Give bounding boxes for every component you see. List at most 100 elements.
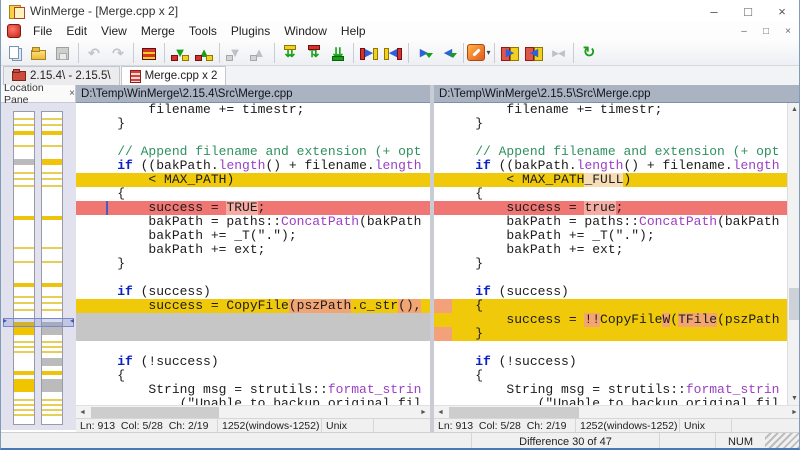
copy-right-icon: ▶ (360, 45, 378, 61)
previous-difference-button[interactable]: ▲ (192, 41, 216, 65)
code-line: bakPath += ext; (76, 243, 430, 257)
diff-stripe (14, 351, 34, 353)
scroll-right-arrow-icon[interactable]: ► (417, 409, 430, 416)
code-line (76, 341, 430, 355)
location-viewport-marker[interactable] (3, 318, 74, 327)
current-difference-button[interactable]: ⇅ (302, 41, 326, 65)
menu-plugins[interactable]: Plugins (224, 23, 277, 39)
code-line: } (76, 117, 430, 131)
encoding: 1252(windows-1252) (576, 419, 680, 432)
next-conflict-icon: ▼ (226, 45, 244, 61)
mdi-restore-button[interactable]: □ (755, 26, 777, 37)
code-segment: // Append filename and extension (+ opt (475, 145, 779, 159)
code-segment: TFile (678, 313, 717, 327)
options-button[interactable]: ▾ (467, 41, 491, 65)
open-button[interactable] (27, 41, 51, 65)
num-lock-indicator: NUM (715, 433, 765, 450)
close-button[interactable]: × (765, 0, 799, 22)
vscroll-thumb[interactable] (789, 288, 800, 320)
scroll-down-arrow-icon[interactable]: ▼ (788, 392, 800, 405)
word-diff-chip (434, 327, 452, 341)
scroll-left-arrow-icon[interactable]: ◄ (434, 409, 447, 416)
menu-help[interactable]: Help (334, 23, 373, 39)
redo-button: ↷ (106, 41, 130, 65)
menu-merge[interactable]: Merge (134, 23, 182, 39)
menu-view[interactable]: View (94, 23, 134, 39)
code-segment: { (86, 369, 125, 383)
code-segment: if (117, 355, 133, 369)
copy-all-left-icon: ◀ (525, 45, 543, 61)
menu-tools[interactable]: Tools (182, 23, 224, 39)
menu-file[interactable]: File (26, 23, 59, 39)
code-line (434, 341, 800, 355)
menu-edit[interactable]: Edit (59, 23, 94, 39)
hscroll-thumb[interactable] (91, 407, 219, 418)
select-diff-button[interactable] (137, 41, 161, 65)
code-line: if (success) (434, 285, 800, 299)
code-segment: { (444, 369, 483, 383)
location-column-right (41, 111, 63, 425)
scroll-up-arrow-icon[interactable]: ▲ (788, 103, 800, 116)
code-line (76, 313, 430, 327)
swap-panes-icon: ▶◀ (549, 45, 567, 61)
toolbar-separator (219, 43, 220, 63)
code-segment: ("Unable to backup original fil (444, 397, 779, 405)
eol-style: Unix (322, 419, 374, 432)
copy-all-left-button[interactable]: ◀ (522, 41, 546, 65)
scroll-left-arrow-icon[interactable]: ◄ (76, 409, 89, 416)
swap-panes-button: ▶◀ (546, 41, 570, 65)
code-segment: CopyFile (600, 313, 662, 327)
copy-all-right-button[interactable]: ▶ (498, 41, 522, 65)
code-line: if (!success) (434, 355, 800, 369)
code-area-right[interactable]: filename += timestr; } // Append filenam… (434, 103, 800, 405)
code-segment: success = (444, 201, 584, 215)
diff-stripe (14, 379, 34, 392)
text-caret (106, 201, 108, 215)
mdi-close-button[interactable]: × (777, 26, 799, 37)
hscroll-thumb[interactable] (449, 407, 579, 418)
tab-label: Merge.cpp x 2 (145, 70, 218, 82)
tab-1[interactable]: Merge.cpp x 2 (121, 66, 227, 85)
dropdown-caret-icon[interactable]: ▾ (486, 48, 490, 57)
code-segment: ; (616, 201, 624, 215)
vertical-scrollbar[interactable]: ▲▼ (787, 103, 800, 405)
horizontal-scrollbar-right[interactable]: ◄ ► (434, 405, 800, 418)
copy-right-button[interactable]: ▶ (357, 41, 381, 65)
next-difference-button[interactable]: ▼ (168, 41, 192, 65)
copy-left-button[interactable]: ◀ (381, 41, 405, 65)
first-difference-button[interactable]: ⇊ (278, 41, 302, 65)
diff-stripe (42, 404, 62, 406)
location-pane-body[interactable] (1, 103, 76, 430)
diff-stripe (42, 118, 62, 120)
toolbar-separator (408, 43, 409, 63)
copy-left-advance-button[interactable]: ◀ (436, 41, 460, 65)
diff-stripe (42, 414, 62, 416)
diff-stripe (14, 341, 34, 343)
code-line: < MAX_PATH_FULL) (434, 173, 800, 187)
file-header-left[interactable]: D:\Temp\WinMerge\2.15.4\Src\Merge.cpp (76, 85, 430, 103)
minimize-button[interactable]: – (697, 0, 731, 22)
scroll-right-arrow-icon[interactable]: ► (788, 409, 800, 416)
last-difference-button[interactable]: ⇊ (326, 41, 350, 65)
copy-right-advance-button[interactable]: ▶ (412, 41, 436, 65)
refresh-button[interactable]: ↻ (577, 41, 601, 65)
menu-window[interactable]: Window (277, 23, 334, 39)
code-line: ("Unable to backup original fil (76, 397, 430, 405)
maximize-button[interactable]: □ (731, 0, 765, 22)
horizontal-scrollbar-left[interactable]: ◄ ► (76, 405, 430, 418)
diff-stripe (14, 172, 34, 174)
resize-grip[interactable] (765, 433, 799, 450)
code-segment: _FULL (584, 173, 623, 187)
diff-stripe (42, 379, 62, 392)
new-file-button[interactable] (3, 41, 27, 65)
mdi-minimize-button[interactable]: – (733, 26, 755, 37)
file-header-right[interactable]: D:\Temp\WinMerge\2.15.5\Src\Merge.cpp (434, 85, 800, 103)
code-line: filename += timestr; (76, 103, 430, 117)
diff-stripe (14, 261, 34, 263)
code-line: bakPath += _T("."); (76, 229, 430, 243)
code-segment: bakPath = paths:: (86, 215, 281, 229)
code-area-left[interactable]: filename += timestr; } // Append filenam… (76, 103, 430, 405)
code-line: { (434, 299, 800, 313)
location-pane-close-icon[interactable]: × (69, 88, 75, 99)
pane-status-bar-left: Ln: 913 Col: 5/28 Ch: 2/19 1252(windows-… (76, 418, 430, 432)
